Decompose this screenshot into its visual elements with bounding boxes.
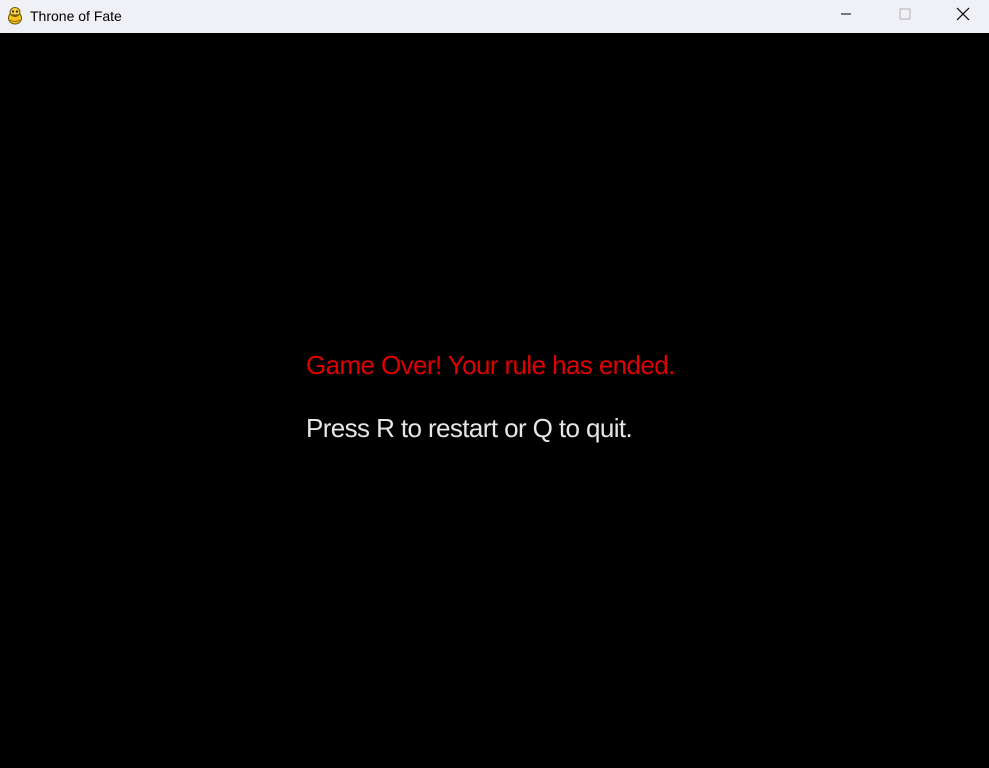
close-icon — [956, 7, 970, 26]
game-over-message: Game Over! Your rule has ended. — [306, 350, 675, 380]
game-canvas[interactable]: Game Over! Your rule has ended. Press R … — [0, 33, 989, 768]
restart-quit-instructions: Press R to restart or Q to quit. — [306, 413, 633, 443]
minimize-button[interactable] — [817, 0, 875, 32]
app-window: Throne of Fate Game Over! Your rule has … — [0, 0, 989, 768]
minimize-icon — [840, 7, 852, 25]
window-title: Throne of Fate — [30, 8, 122, 24]
close-button[interactable] — [934, 0, 989, 32]
title-bar[interactable]: Throne of Fate — [0, 0, 989, 33]
maximize-button[interactable] — [876, 0, 934, 32]
maximize-icon — [899, 7, 911, 25]
pygame-snake-icon — [5, 6, 25, 26]
